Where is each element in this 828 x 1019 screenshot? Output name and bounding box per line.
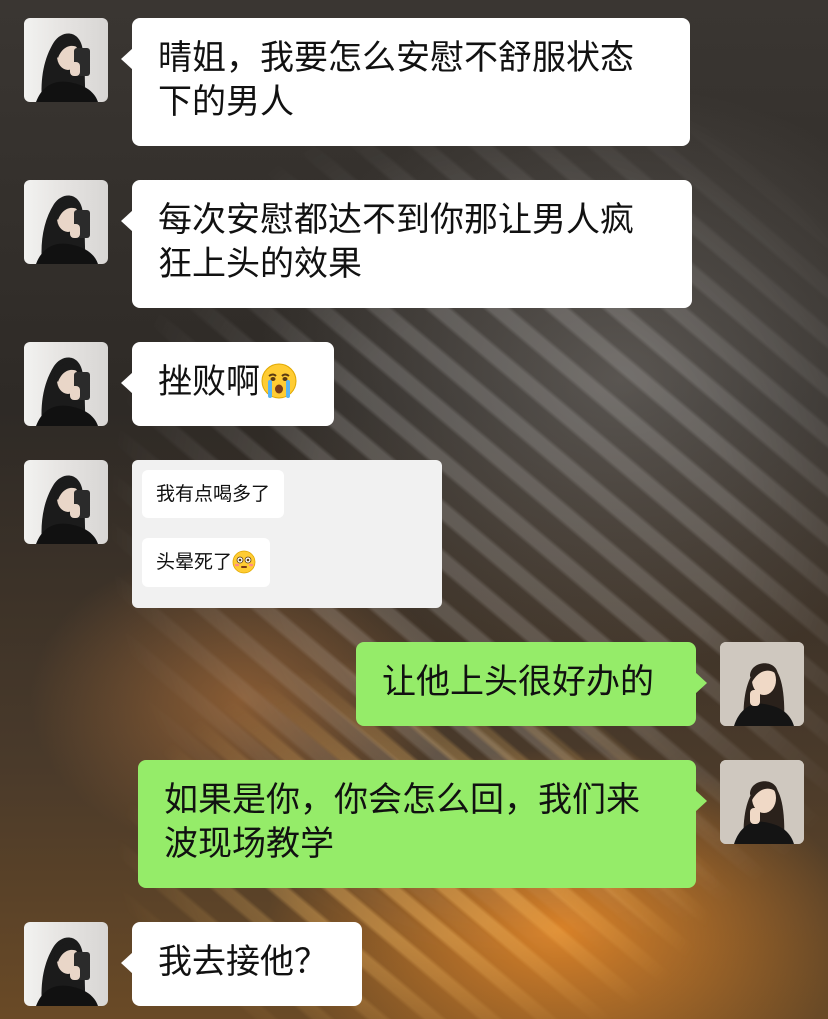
- crying-face-icon: [260, 362, 298, 400]
- message-bubble-outgoing[interactable]: 让他上头很好办的: [356, 642, 707, 726]
- contact-avatar-image: [36, 357, 98, 426]
- message-text: 挫败啊: [158, 362, 260, 402]
- my-avatar[interactable]: [720, 760, 804, 844]
- my-avatar[interactable]: [720, 642, 804, 726]
- message-text: 晴姐，我要怎么安慰不舒服状态 下的男人: [158, 38, 634, 122]
- quoted-message: 头晕死了: [142, 538, 271, 587]
- message-text: 如果是你，你会怎么回，我们来 波现场教学: [164, 780, 640, 864]
- quoted-message-text: 头晕死了: [156, 551, 233, 573]
- quoted-message-text: 我有点喝多了: [156, 483, 271, 505]
- message-text: 我去接他？: [158, 942, 328, 982]
- contact-avatar[interactable]: [24, 922, 108, 1006]
- message-bubble-incoming[interactable]: 晴姐，我要怎么安慰不舒服状态 下的男人: [121, 18, 690, 146]
- quoted-message: 我有点喝多了: [142, 470, 285, 518]
- contact-avatar-image: [36, 475, 98, 544]
- message-bubble-outgoing[interactable]: 如果是你，你会怎么回，我们来 波现场教学: [138, 760, 707, 888]
- contact-avatar[interactable]: [24, 460, 108, 544]
- message-text: 每次安慰都达不到你那让男人疯 狂上头的效果: [158, 200, 634, 284]
- contact-avatar[interactable]: [24, 18, 108, 102]
- message-bubble-incoming[interactable]: 我去接他？: [121, 922, 362, 1006]
- message-bubble-incoming[interactable]: 每次安慰都达不到你那让男人疯 狂上头的效果: [121, 180, 692, 308]
- message-bubble-incoming[interactable]: 挫败啊: [121, 342, 334, 426]
- flushed-face-icon: [232, 550, 256, 574]
- message-text: 让他上头很好办的: [382, 662, 654, 702]
- screenshot-card[interactable]: 我有点喝多了 头晕死了: [132, 460, 442, 608]
- contact-avatar[interactable]: [24, 342, 108, 426]
- contact-avatar-image: [36, 937, 98, 1006]
- contact-avatar-image: [36, 195, 98, 264]
- contact-avatar-image: [36, 33, 98, 102]
- contact-avatar[interactable]: [24, 180, 108, 264]
- my-avatar-image: [720, 760, 804, 844]
- my-avatar-image: [720, 642, 804, 726]
